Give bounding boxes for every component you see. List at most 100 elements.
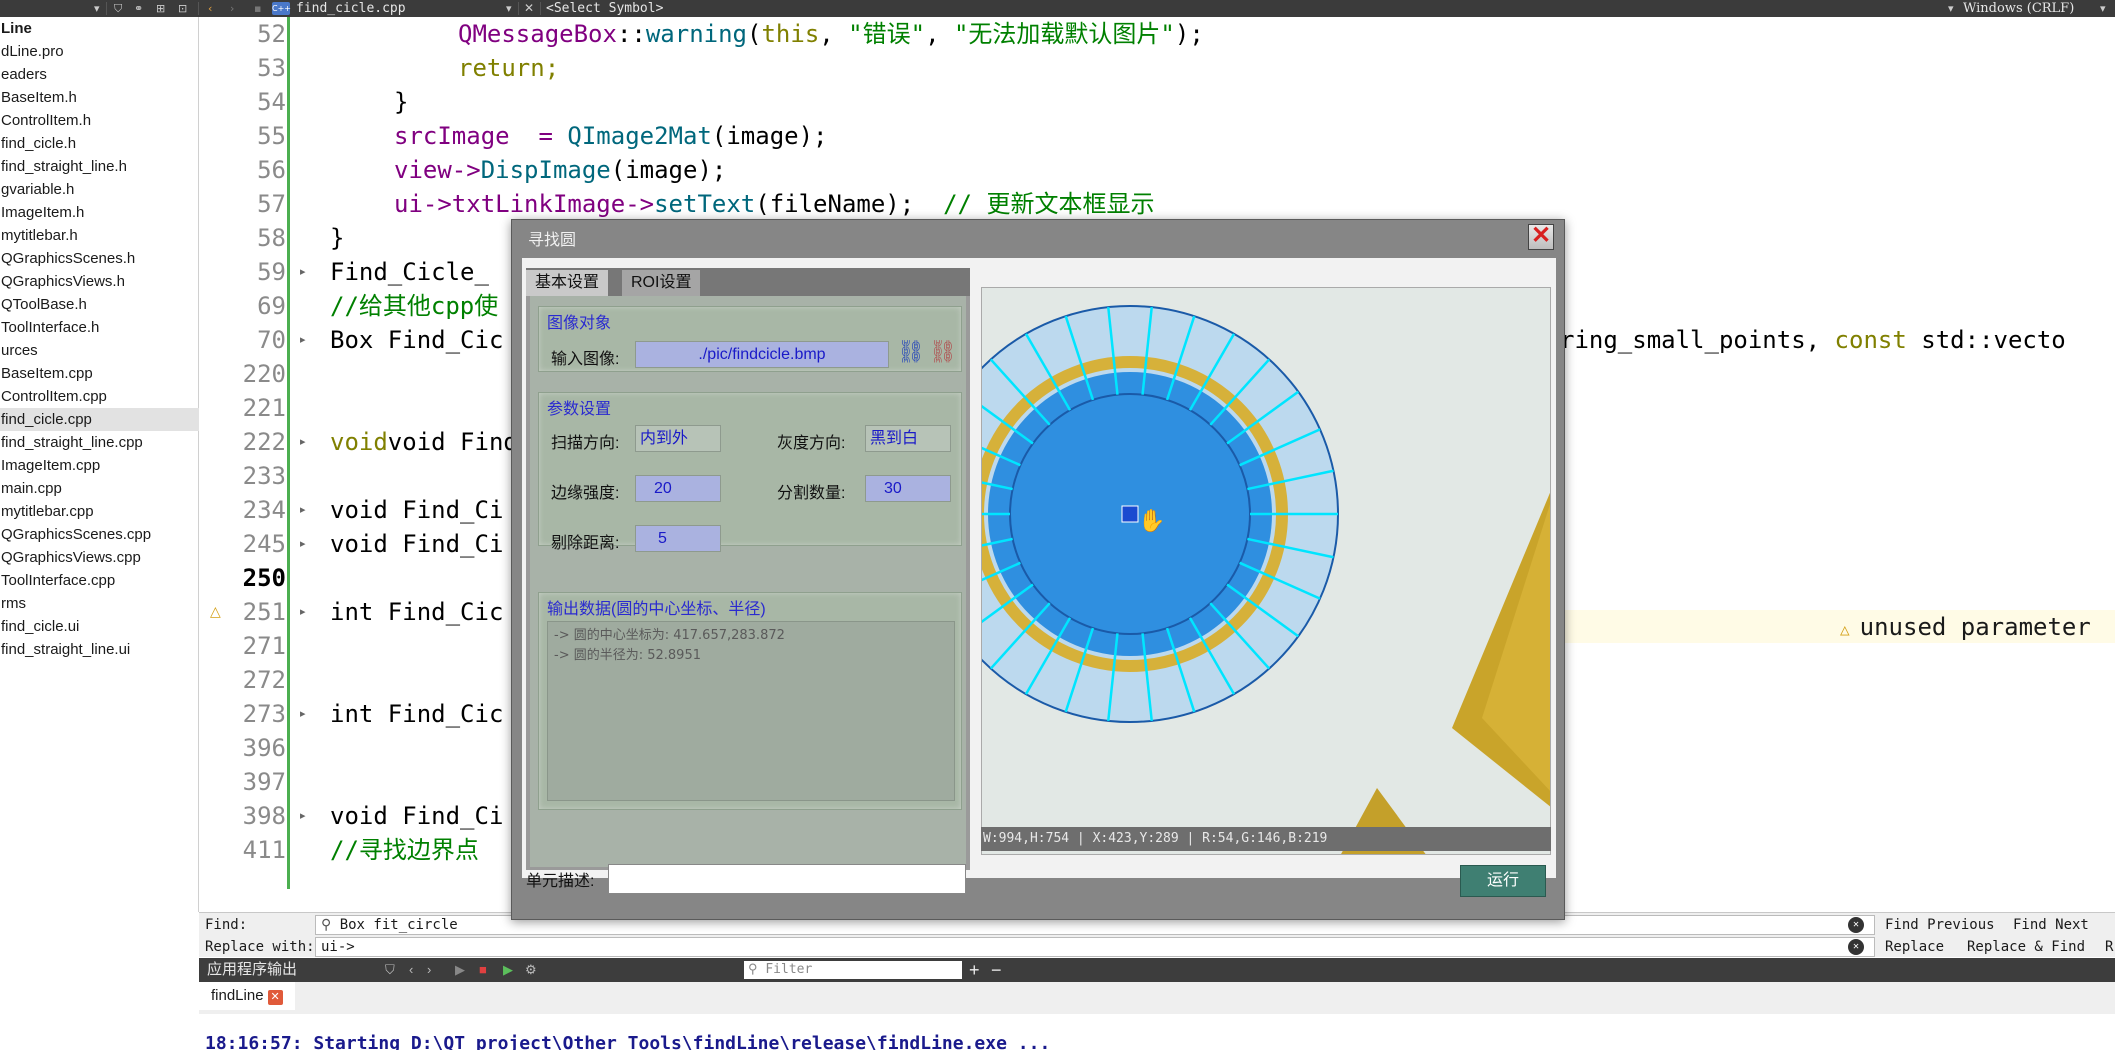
tree-item[interactable]: BaseItem.cpp — [0, 362, 199, 385]
settings-gear-icon[interactable]: ⚙ — [525, 958, 537, 982]
tree-item[interactable]: ControlItem.cpp — [0, 385, 199, 408]
code-line-53[interactable]: return; — [458, 51, 559, 85]
unlink-image-icon[interactable]: ⛓ — [929, 339, 957, 365]
gray-direction-select[interactable]: 黑到白 — [865, 425, 951, 452]
tree-item[interactable]: ToolInterface.h — [0, 316, 199, 339]
tab-roi-settings[interactable]: ROI设置 — [622, 270, 701, 296]
tree-item[interactable]: QToolBase.h — [0, 293, 199, 316]
tree-item[interactable]: eaders — [0, 63, 199, 86]
tree-item[interactable]: find_cicle.h — [0, 132, 199, 155]
input-image-field[interactable]: ./pic/findcicle.bmp — [635, 341, 889, 368]
fold-arrow-icon[interactable]: ▸ — [300, 799, 314, 833]
chevron-down-icon[interactable]: ▾ — [1948, 0, 1954, 17]
tree-item[interactable]: find_straight_line.cpp — [0, 431, 199, 454]
tree-item[interactable]: QGraphicsScenes.cpp — [0, 523, 199, 546]
find-next-button[interactable]: Find Next — [2013, 914, 2089, 936]
center-handle[interactable] — [1121, 505, 1139, 523]
code-line-398[interactable]: void Find_Ci — [330, 799, 503, 833]
remove-distance-spinbox[interactable]: 5 — [635, 525, 721, 552]
attach-icon[interactable]: ⛉ — [385, 958, 395, 982]
code-line-273[interactable]: int Find_Cic — [330, 697, 503, 731]
replace-input[interactable]: ui-> — [315, 937, 1875, 957]
tree-item[interactable]: urces — [0, 339, 199, 362]
link-image-icon[interactable]: ⛓ — [897, 339, 925, 365]
clear-replace-icon[interactable]: ✕ — [1848, 939, 1864, 955]
open-file-selector[interactable]: find_cicle.cpp — [296, 0, 406, 17]
tree-item[interactable]: QGraphicsViews.h — [0, 270, 199, 293]
minus-icon[interactable]: − — [991, 958, 1002, 982]
previous-icon[interactable]: ‹ — [409, 958, 413, 982]
back-arrow-icon[interactable]: ‹ — [208, 0, 212, 17]
stop-icon[interactable]: ■ — [479, 958, 487, 982]
code-line-245[interactable]: void Find_Ci — [330, 527, 503, 561]
forward-arrow-icon[interactable]: › — [230, 0, 234, 17]
code-line-58[interactable]: } — [330, 221, 344, 255]
code-line-70-tail[interactable]: ring_small_points, const std::vecto — [1560, 323, 2066, 357]
tree-item[interactable]: ImageItem.h — [0, 201, 199, 224]
fold-arrow-icon[interactable]: ▸ — [300, 255, 314, 289]
close-icon[interactable]: ✕ — [524, 0, 534, 17]
replace-button[interactable]: Replace — [1885, 936, 1944, 958]
code-line-59[interactable]: Find_Cicle_ — [330, 255, 489, 289]
fold-arrow-icon[interactable]: ▸ — [300, 493, 314, 527]
output-data-text[interactable]: -> 圆的中心坐标为: 417.657,283.872 -> 圆的半径为: 52… — [547, 621, 955, 801]
code-line-70[interactable]: Box Find_Cic — [330, 323, 503, 357]
tree-item[interactable]: main.cpp — [0, 477, 199, 500]
tree-item[interactable]: BaseItem.h — [0, 86, 199, 109]
fold-arrow-icon[interactable]: ▸ — [300, 697, 314, 731]
tree-item[interactable]: mytitlebar.cpp — [0, 500, 199, 523]
fold-arrow-icon[interactable]: ▸ — [300, 425, 314, 459]
tree-item[interactable]: ToolInterface.cpp — [0, 569, 199, 592]
next-icon[interactable]: › — [427, 958, 431, 982]
output-tab-findline[interactable]: findLine ✕ — [199, 982, 295, 1010]
scan-direction-select[interactable]: 内到外 — [635, 425, 721, 452]
unit-description-input[interactable] — [608, 864, 966, 894]
image-view[interactable]: ✋ — [981, 287, 1551, 855]
line-ending-selector[interactable]: Windows (CRLF) — [1963, 0, 2074, 17]
run-button[interactable]: 运行 — [1460, 865, 1546, 897]
tree-item[interactable]: mytitlebar.h — [0, 224, 199, 247]
clear-find-icon[interactable]: ✕ — [1848, 917, 1864, 933]
fold-arrow-icon[interactable]: ▸ — [300, 527, 314, 561]
code-line-57[interactable]: ui->txtLinkImage->setText(fileName); // … — [394, 187, 1154, 221]
tree-item[interactable]: ImageItem.cpp — [0, 454, 199, 477]
find-previous-button[interactable]: Find Previous — [1885, 914, 1995, 936]
edge-strength-spinbox[interactable]: 20 — [635, 475, 721, 502]
debug-run-icon[interactable]: ▶ — [503, 958, 513, 982]
close-icon[interactable]: ✕ — [1528, 224, 1554, 250]
chevron-down-icon[interactable]: ▾ — [2100, 0, 2106, 17]
code-line-411[interactable]: //寻找边界点 — [330, 833, 479, 867]
code-line-56[interactable]: view->DispImage(image); — [394, 153, 726, 187]
close-sidebar-icon[interactable]: ⊡ — [178, 0, 187, 17]
code-line-69[interactable]: //给其他cpp使 — [330, 289, 498, 323]
tree-item[interactable]: Line — [0, 17, 199, 40]
replace-all-button[interactable]: R — [2105, 936, 2113, 958]
tree-item[interactable]: find_cicle.ui — [0, 615, 199, 638]
fold-arrow-icon[interactable]: ▸ — [300, 323, 314, 357]
tree-item[interactable]: ControlItem.h — [0, 109, 199, 132]
tree-item[interactable]: find_straight_line.ui — [0, 638, 199, 661]
plus-icon[interactable]: + — [969, 958, 980, 982]
rerun-icon[interactable]: ▶ — [455, 958, 465, 982]
code-line-251[interactable]: int Find_Cic — [330, 595, 503, 629]
image-canvas[interactable]: ✋ — [982, 288, 1551, 855]
close-tab-icon[interactable]: ✕ — [267, 990, 283, 1005]
split-count-spinbox[interactable]: 30 — [865, 475, 951, 502]
code-line-55[interactable]: srcImage = QImage2Mat(image); — [394, 119, 827, 153]
output-filter-input[interactable]: ⚲ Filter — [744, 961, 962, 979]
replace-find-button[interactable]: Replace & Find — [1967, 936, 2085, 958]
fold-arrow-icon[interactable]: ▸ — [300, 595, 314, 629]
filter-icon[interactable]: ⛉ — [114, 0, 122, 17]
symbol-selector[interactable]: <Select Symbol> — [546, 0, 663, 17]
tab-basic-settings[interactable]: 基本设置 — [526, 270, 609, 296]
code-line-54[interactable]: } — [394, 85, 408, 119]
chevron-down-icon[interactable]: ▾ — [506, 0, 512, 17]
tree-item[interactable]: find_straight_line.h — [0, 155, 199, 178]
tree-item[interactable]: dLine.pro — [0, 40, 199, 63]
tree-item[interactable]: QGraphicsViews.cpp — [0, 546, 199, 569]
dropdown-arrow-icon[interactable]: ▾ — [94, 0, 100, 17]
code-line-52[interactable]: QMessageBox::warning(this, "错误", "无法加载默认… — [458, 17, 1204, 51]
tree-item[interactable]: rms — [0, 592, 199, 615]
tree-item[interactable]: find_cicle.cpp — [0, 408, 199, 431]
tree-item[interactable]: QGraphicsScenes.h — [0, 247, 199, 270]
